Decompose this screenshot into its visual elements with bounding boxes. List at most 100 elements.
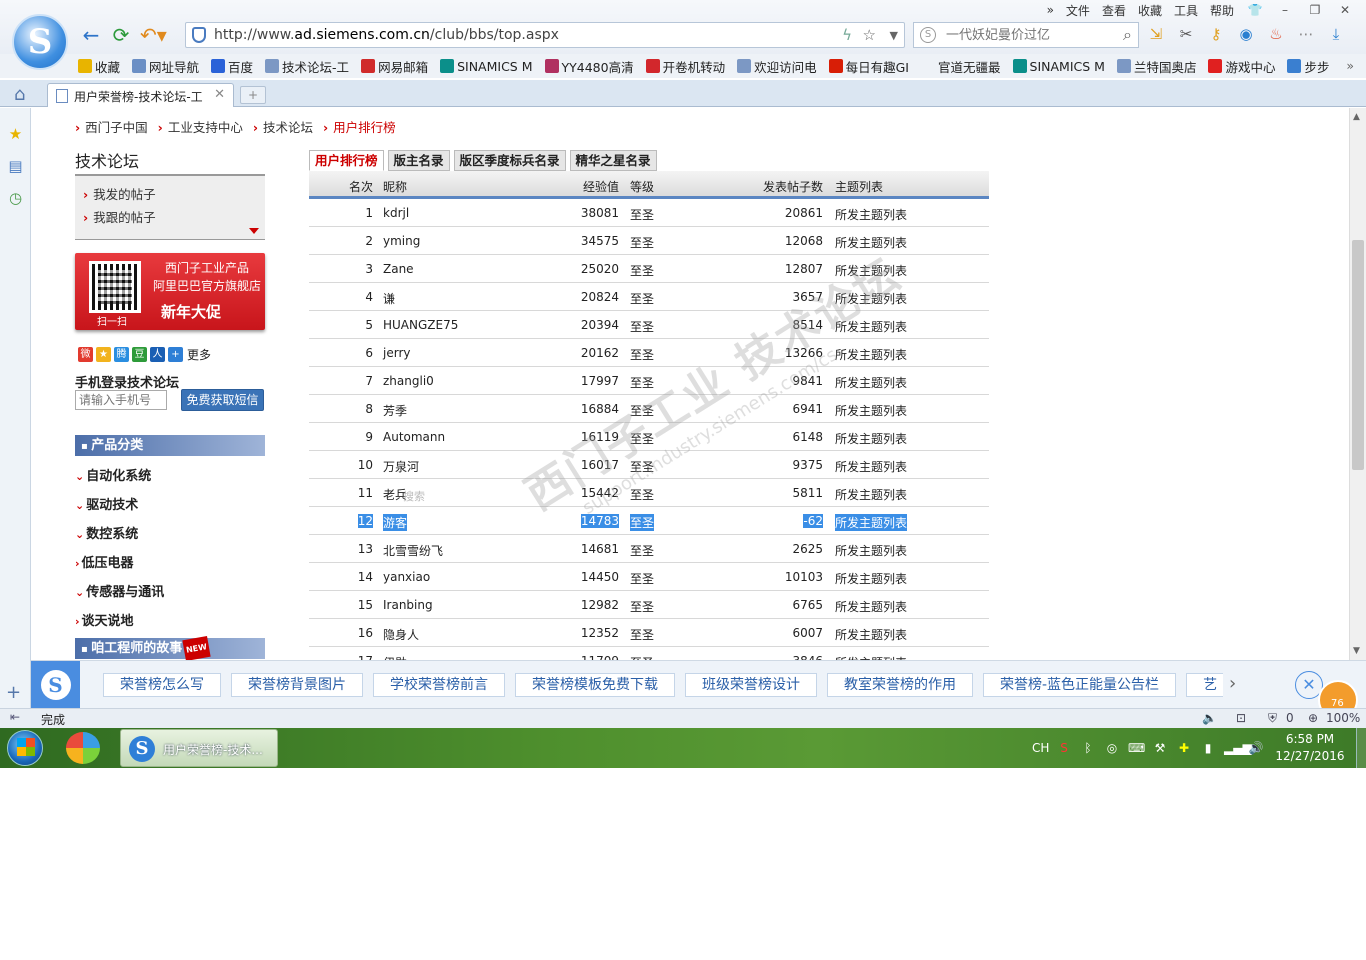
get-sms-button[interactable]: 免费获取短信 (181, 389, 264, 411)
favorite-item[interactable]: 开卷机转动 (645, 57, 725, 76)
nickname-cell[interactable]: 万泉河 (383, 458, 419, 475)
promo-banner[interactable]: 扫一扫 西门子工业产品 阿里巴巴官方旗舰店 新年大促 (75, 253, 265, 330)
signal-icon[interactable]: ▂▄▆ (1224, 740, 1252, 756)
category-item[interactable]: › 低压电器 (75, 552, 134, 571)
nickname-cell[interactable]: yanxiao (383, 570, 430, 584)
favorite-item[interactable]: SINAMICS M (1012, 59, 1105, 74)
favorite-item[interactable]: 百度 (211, 57, 253, 76)
nickname-cell[interactable]: jerry (383, 346, 410, 360)
undo-close-icon[interactable]: ↶▾ (140, 22, 167, 48)
minimize-button[interactable]: – (1276, 3, 1294, 17)
tab-current[interactable]: 用户荣誉榜-技术论坛-工 ✕ (47, 83, 234, 107)
menu-favorites[interactable]: 收藏 (1138, 2, 1162, 19)
qzone-share-icon[interactable]: ★ (96, 347, 111, 362)
add-panel-icon[interactable]: + (6, 682, 21, 703)
favorite-item[interactable]: 游戏中心 (1208, 57, 1275, 76)
clock[interactable]: 6:58 PM 12/27/2016 (1270, 731, 1350, 765)
favorite-item[interactable]: 网址导航 (132, 57, 199, 76)
more-share-icon[interactable]: + (168, 347, 183, 362)
close-tab-icon[interactable]: ✕ (214, 87, 225, 102)
suggestion-chip[interactable]: 荣誉榜怎么写 (103, 673, 221, 697)
address-bar[interactable]: http://www.ad.siemens.com.cn/club/bbs/to… (185, 22, 905, 48)
bookmark-star-icon[interactable]: ☆ (863, 26, 876, 44)
topic-list-link[interactable]: 所发主题列表 (835, 626, 907, 643)
battery-icon[interactable]: ▮ (1200, 740, 1216, 756)
category-item[interactable]: › 谈天说地 (75, 610, 134, 629)
skin-icon[interactable]: 👕 (1246, 3, 1264, 17)
breadcrumb-ranking[interactable]: 用户排行榜 (323, 117, 396, 136)
menu-tools[interactable]: 工具 (1174, 2, 1198, 19)
breadcrumb-industry-support[interactable]: 工业支持中心 (158, 117, 243, 136)
topic-list-link[interactable]: 所发主题列表 (835, 486, 907, 503)
suggestion-chip[interactable]: 荣誉榜背景图片 (231, 673, 363, 697)
show-desktop-button[interactable] (1356, 728, 1366, 768)
topic-list-link[interactable]: 所发主题列表 (835, 514, 908, 531)
nickname-cell[interactable]: kdrjl (383, 206, 409, 220)
restore-button[interactable]: ❐ (1306, 3, 1324, 17)
zoom-level[interactable]: 100% (1326, 711, 1360, 725)
back-arrow-icon[interactable]: ← (78, 22, 104, 48)
search-icon[interactable]: ⌕ (1123, 25, 1132, 45)
tab-0[interactable]: 用户排行榜 (309, 150, 384, 171)
topic-list-link[interactable]: 所发主题列表 (835, 374, 907, 391)
breadcrumb-forum[interactable]: 技术论坛 (253, 117, 313, 136)
collapse-sidebar-icon[interactable]: ⇤ (10, 710, 20, 724)
category-item[interactable]: ⌄ 传感器与通讯 (75, 581, 164, 600)
topic-list-link[interactable]: 所发主题列表 (835, 402, 907, 419)
nickname-cell[interactable]: 北雪雪纷飞 (383, 542, 443, 559)
topic-list-link[interactable]: 所发主题列表 (835, 318, 907, 335)
douban-share-icon[interactable]: 豆 (132, 347, 147, 362)
ime-icon[interactable]: ⌨ (1128, 740, 1145, 756)
tencent-share-icon[interactable]: 腾 (114, 347, 129, 362)
topic-list-link[interactable]: 所发主题列表 (835, 234, 907, 251)
topic-list-link[interactable]: 所发主题列表 (835, 458, 907, 475)
favorite-item[interactable]: YY4480高清 (544, 57, 634, 76)
favorite-item[interactable]: 官道无疆最 (921, 57, 1001, 76)
scroll-thumb[interactable] (1352, 240, 1364, 470)
sogou-logo[interactable]: S (12, 14, 68, 70)
expand-triangle-icon[interactable] (249, 228, 259, 234)
cloud-icon[interactable]: ♨ (1266, 24, 1286, 44)
close-window-button[interactable]: ✕ (1336, 3, 1354, 17)
topic-list-link[interactable]: 所发主题列表 (835, 570, 907, 587)
favorite-item[interactable]: 网易邮箱 (361, 57, 428, 76)
suggestion-chip[interactable]: 教室荣誉榜的作用 (827, 673, 973, 697)
refresh-icon[interactable]: ⟳ (108, 22, 134, 48)
security-tray-icon[interactable]: ✚ (1176, 740, 1192, 756)
favorite-item[interactable]: 步步 (1287, 57, 1329, 76)
start-button[interactable] (7, 730, 43, 766)
next-arrow-icon[interactable]: › (1229, 673, 1236, 694)
category-item[interactable]: ⌄ 自动化系统 (75, 465, 151, 484)
volume-icon[interactable]: 🔊 (1248, 740, 1264, 756)
lightning-icon[interactable]: ϟ (842, 26, 852, 44)
engineer-story-header[interactable]: 咱工程师的故事NEW (75, 635, 265, 660)
tools-icon[interactable]: ⚒ (1152, 740, 1168, 756)
favorites-star-icon[interactable]: ★ (7, 126, 24, 143)
pinned-app-icon[interactable] (66, 732, 100, 764)
browser-tray-icon[interactable]: ◎ (1104, 740, 1120, 756)
dropdown-icon[interactable]: ▼ (890, 29, 898, 42)
nickname-cell[interactable]: Iranbing (383, 598, 433, 612)
search-input[interactable] (946, 26, 1106, 44)
topic-list-link[interactable]: 所发主题列表 (835, 262, 907, 279)
home-icon[interactable]: ⌂ (14, 84, 25, 105)
menu-view[interactable]: 查看 (1102, 2, 1126, 19)
phone-input[interactable] (75, 390, 167, 410)
sogou-suggest-logo[interactable]: S (31, 661, 80, 709)
search-box[interactable]: S ⌕ (913, 22, 1139, 48)
nickname-cell[interactable]: Automann (383, 430, 445, 444)
nickname-cell[interactable]: 芳季 (383, 402, 407, 419)
nickname-cell[interactable]: 游客 (383, 514, 408, 531)
expand-menu-icon[interactable]: » (1047, 3, 1054, 17)
nickname-cell[interactable]: HUANGZE75 (383, 318, 458, 332)
suggestion-chip[interactable]: 荣誉榜-蓝色正能量公告栏 (983, 673, 1177, 697)
sound-icon[interactable]: 🔈 (1202, 711, 1217, 725)
topic-list-link[interactable]: 所发主题列表 (835, 206, 907, 223)
category-item[interactable]: ⌄ 驱动技术 (75, 494, 138, 513)
tab-1[interactable]: 版主名录 (387, 150, 450, 171)
scroll-up-icon[interactable]: ▲ (1353, 112, 1360, 122)
vertical-scrollbar[interactable]: ▲ ▼ (1349, 108, 1366, 660)
share-more-link[interactable]: 更多 (187, 346, 211, 363)
more-options-icon[interactable]: ⋯ (1296, 24, 1316, 44)
category-item[interactable]: ⌄ 数控系统 (75, 523, 138, 542)
